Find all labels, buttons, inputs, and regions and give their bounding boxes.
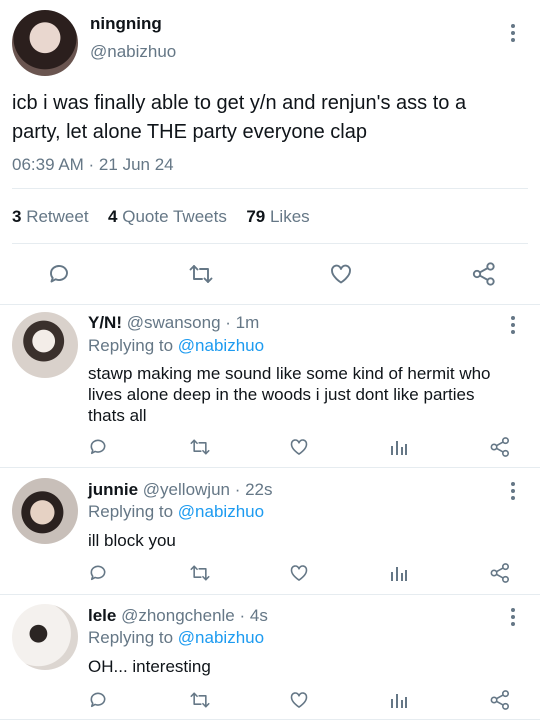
analytics-icon[interactable] <box>390 690 408 710</box>
share-icon[interactable] <box>471 261 497 287</box>
reply-text-line: stawp making me sound like some kind of … <box>88 364 491 383</box>
reply-text: ill block you <box>88 530 176 551</box>
like-icon[interactable] <box>289 437 309 457</box>
retweet-icon[interactable] <box>189 690 211 710</box>
reply-header: lele @zhongchenle · 4s <box>88 606 268 626</box>
retweet-count-link[interactable]: 3 Retweet <box>12 207 93 226</box>
reply-icon[interactable] <box>88 690 108 710</box>
replying-to: Replying to @nabizhuo <box>88 336 264 356</box>
main-tweet-timestamp: 06:39 AM · 21 Jun 24 <box>12 155 174 174</box>
reply-handle-time[interactable]: @zhongchenle · 4s <box>121 606 268 625</box>
main-tweet-text-line: icb i was finally able to get y/n and re… <box>12 92 467 114</box>
reply-icon[interactable] <box>88 437 108 457</box>
main-tweet-text-line: party, let alone THE party everyone clap <box>12 121 367 143</box>
analytics-icon[interactable] <box>390 437 408 457</box>
divider <box>12 188 528 189</box>
reply-text-line: OH... interesting <box>88 657 211 676</box>
like-icon[interactable] <box>289 690 309 710</box>
replying-to: Replying to @nabizhuo <box>88 628 264 648</box>
tweet-stats: 3 Retweet 4 Quote Tweets 79 Likes <box>12 207 310 227</box>
share-icon[interactable] <box>489 436 511 458</box>
divider <box>0 467 540 468</box>
main-tweet-more-icon[interactable] <box>511 24 515 45</box>
analytics-icon[interactable] <box>390 563 408 583</box>
quote-label: Quote Tweets <box>122 207 227 226</box>
reply-avatar[interactable] <box>12 478 78 544</box>
reply-text: OH... interesting <box>88 656 211 677</box>
reply-avatar[interactable] <box>12 312 78 378</box>
replying-to-handle[interactable]: @nabizhuo <box>178 336 264 355</box>
retweet-count: 3 <box>12 207 22 226</box>
retweet-icon[interactable] <box>189 437 211 457</box>
reply-handle-time[interactable]: @swansong · 1m <box>127 313 260 332</box>
replying-to-label: Replying to <box>88 336 174 355</box>
share-icon[interactable] <box>489 689 511 711</box>
reply-display-name[interactable]: lele <box>88 606 116 625</box>
like-label: Likes <box>269 207 310 226</box>
reply-display-name[interactable]: junnie <box>88 480 138 499</box>
divider <box>0 594 540 595</box>
quote-count: 4 <box>108 207 118 226</box>
divider <box>0 304 540 305</box>
reply-icon[interactable] <box>88 563 108 583</box>
main-tweet-handle[interactable]: @nabizhuo <box>90 42 176 62</box>
reply-header: junnie @yellowjun · 22s <box>88 480 273 500</box>
reply-more-icon[interactable] <box>511 316 515 337</box>
share-icon[interactable] <box>489 562 511 584</box>
like-icon[interactable] <box>329 262 353 286</box>
replying-to-handle[interactable]: @nabizhuo <box>178 628 264 647</box>
like-count-link[interactable]: 79 Likes <box>246 207 309 226</box>
reply-text-line: lives alone deep in the woods i just don… <box>88 385 475 404</box>
replying-to: Replying to @nabizhuo <box>88 502 264 522</box>
reply-display-name[interactable]: Y/N! <box>88 313 122 332</box>
reply-text-line: thats all <box>88 406 147 425</box>
reply-icon[interactable] <box>47 262 71 286</box>
replying-to-label: Replying to <box>88 502 174 521</box>
like-count: 79 <box>246 207 266 226</box>
retweet-icon[interactable] <box>188 262 214 286</box>
main-tweet-display-name[interactable]: ningning <box>90 14 162 34</box>
replying-to-handle[interactable]: @nabizhuo <box>178 502 264 521</box>
divider <box>12 243 528 244</box>
reply-text-line: ill block you <box>88 531 176 550</box>
main-tweet-avatar[interactable] <box>12 10 78 76</box>
divider <box>0 719 540 720</box>
replying-to-label: Replying to <box>88 628 174 647</box>
reply-avatar[interactable] <box>12 604 78 670</box>
reply-header: Y/N! @swansong · 1m <box>88 313 259 333</box>
reply-text: stawp making me sound like some kind of … <box>88 363 491 426</box>
main-tweet-text: icb i was finally able to get y/n and re… <box>12 89 532 147</box>
reply-handle-time[interactable]: @yellowjun · 22s <box>143 480 273 499</box>
retweet-label: Retweet <box>26 207 89 226</box>
reply-more-icon[interactable] <box>511 608 515 629</box>
retweet-icon[interactable] <box>189 563 211 583</box>
quote-count-link[interactable]: 4 Quote Tweets <box>108 207 232 226</box>
like-icon[interactable] <box>289 563 309 583</box>
reply-more-icon[interactable] <box>511 482 515 503</box>
